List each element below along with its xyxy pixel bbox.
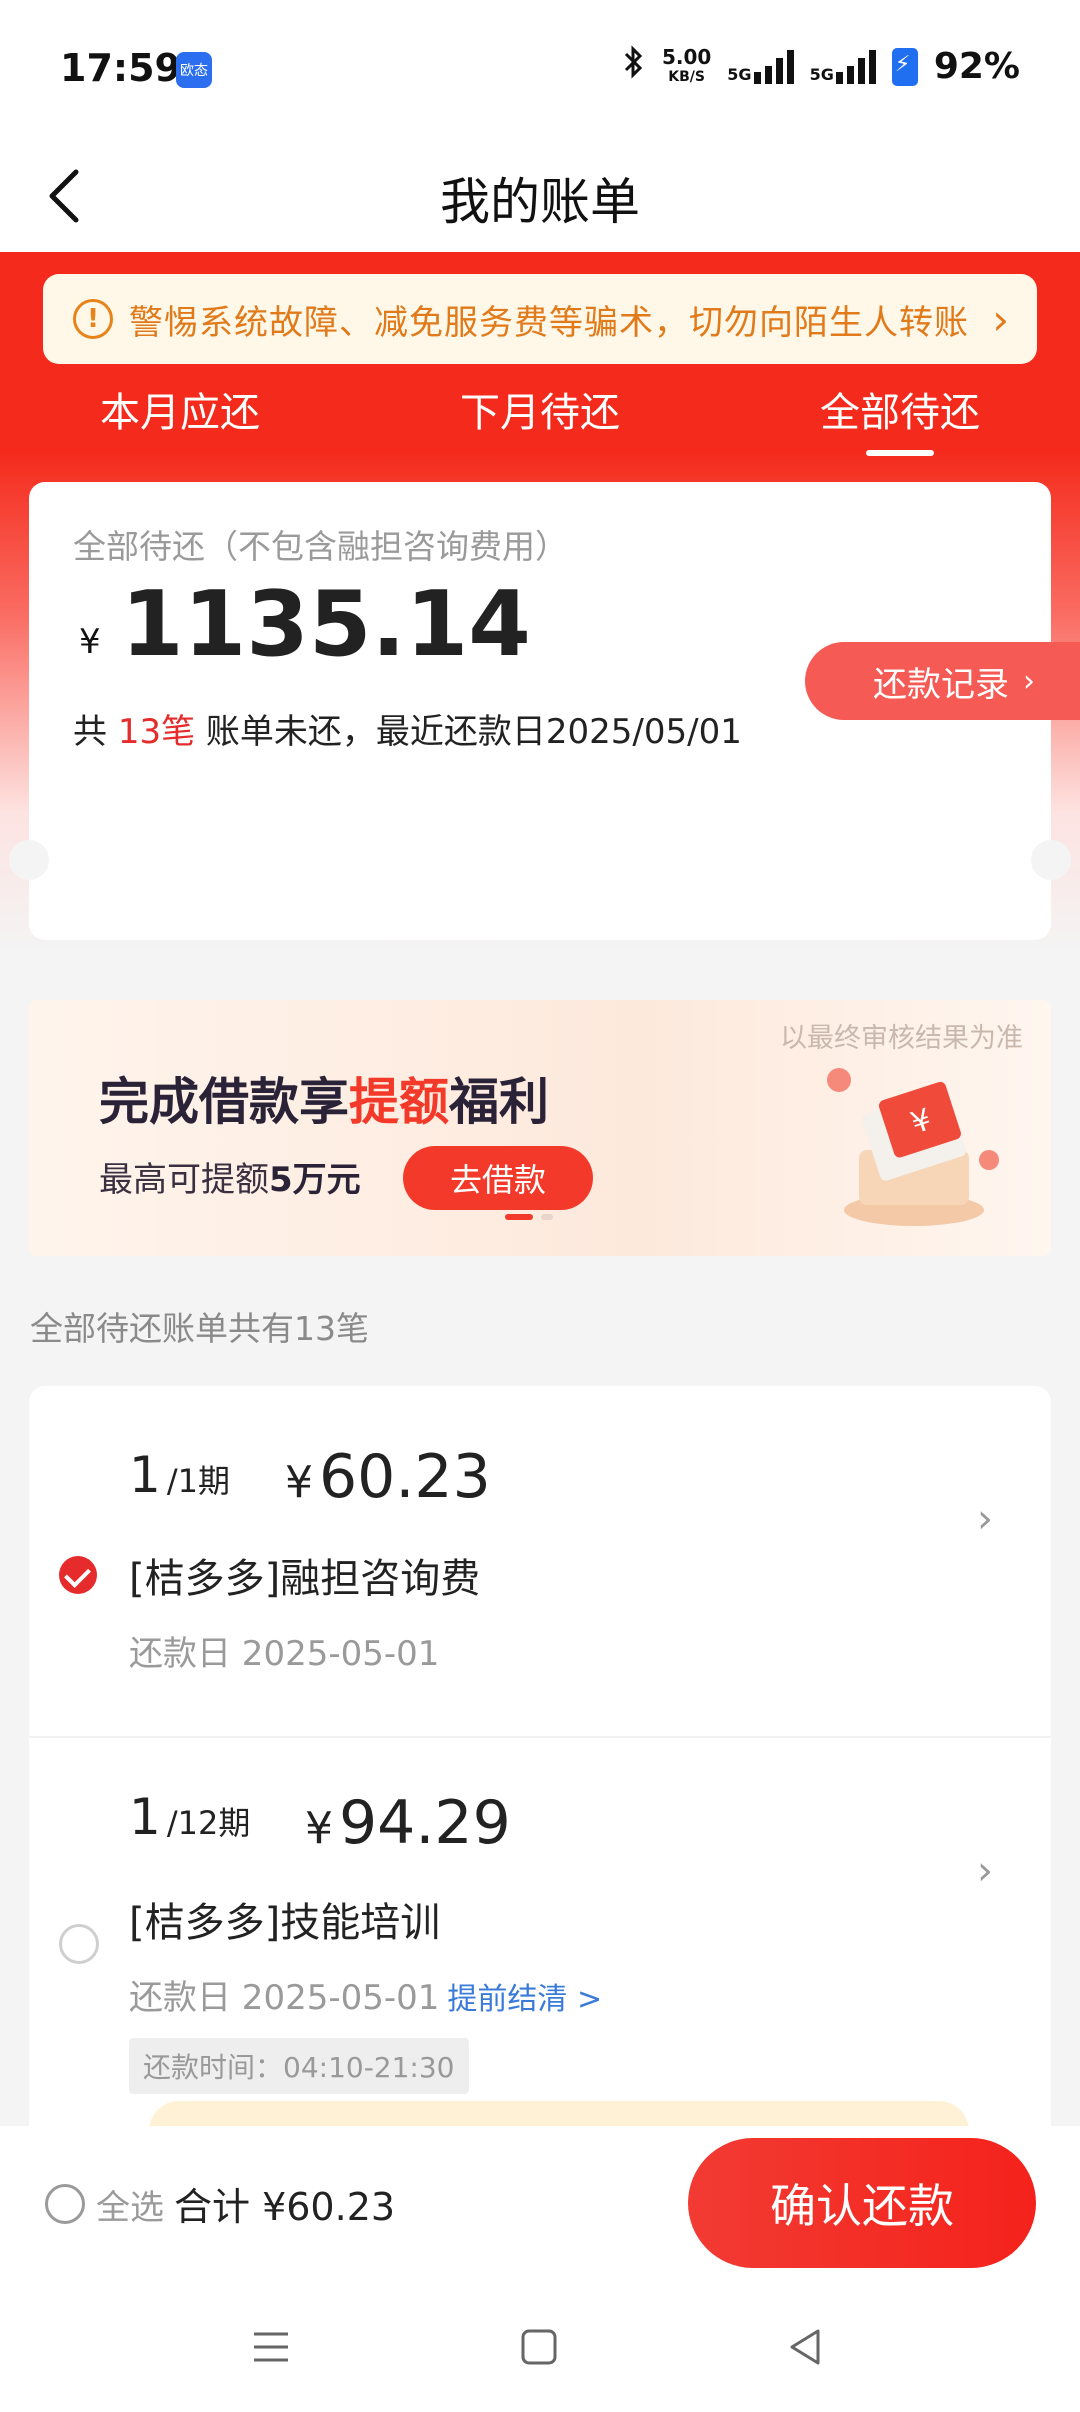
bill-amount: ¥60.23 — [285, 1442, 491, 1512]
tab-next-month[interactable]: 下月待还 — [460, 380, 620, 438]
promo-banner[interactable]: 以最终审核结果为准 完成借款享提额福利 最高可提额5万元 去借款 ¥ — [29, 1000, 1051, 1256]
bill-item[interactable]: 1/1期 ¥60.23 [桔多多]融担咨询费 还款日 2025-05-01 › — [29, 1386, 1051, 1738]
bill-name: [桔多多]融担咨询费 — [129, 1556, 481, 1602]
summary-label: 全部待还（不包含融担咨询费用） — [73, 527, 568, 566]
page-title: 我的账单 — [440, 173, 640, 231]
home-icon[interactable] — [518, 2326, 560, 2372]
notice-text: 警惕系统故障、减免服务费等骗术，切勿向陌生人转账 — [129, 302, 969, 343]
bottom-action-bar: 全选 合计 ¥60.23 确认还款 — [0, 2126, 1080, 2286]
bill-count: 13笔 — [117, 712, 196, 752]
summary-note: 共 13笔 账单未还，最近还款日2025/05/01 — [73, 712, 742, 752]
bill-list: 1/1期 ¥60.23 [桔多多]融担咨询费 还款日 2025-05-01 › … — [29, 1386, 1051, 2146]
bill-due-date: 还款日 2025-05-01 提前结清 > — [129, 1978, 603, 2018]
selected-total: 合计 ¥60.23 — [174, 2185, 396, 2229]
bill-amount: ¥94.29 — [305, 1788, 511, 1858]
system-nav-bar — [0, 2286, 1080, 2412]
signal-icon-2: 5G — [810, 49, 876, 84]
chevron-right-icon: › — [977, 1848, 993, 1894]
go-borrow-button[interactable]: 去借款 — [403, 1146, 593, 1210]
active-tab-indicator — [866, 450, 934, 456]
bill-due-date: 还款日 2025-05-01 — [129, 1634, 440, 1674]
repay-time-chip: 还款时间：04:10-21:30 — [129, 2038, 469, 2094]
bill-name: [桔多多]技能培训 — [129, 1900, 441, 1946]
card-notch-right — [1031, 840, 1071, 880]
checkbox-unchecked[interactable] — [59, 1924, 99, 1964]
battery-icon — [891, 47, 918, 86]
chevron-right-icon: › — [1023, 663, 1035, 699]
warning-icon: ! — [73, 299, 113, 339]
fraud-notice[interactable]: ! 警惕系统故障、减免服务费等骗术，切勿向陌生人转账 › — [43, 274, 1037, 364]
card-notch-left — [9, 840, 49, 880]
back-nav-icon[interactable] — [784, 2326, 826, 2372]
carousel-dots — [505, 1214, 553, 1220]
status-time: 17:59 — [60, 46, 181, 90]
bill-item[interactable]: 1/12期 ¥94.29 [桔多多]技能培训 还款日 2025-05-01 提前结… — [29, 1738, 1051, 2146]
chevron-right-icon: › — [992, 294, 1009, 344]
net-speed: 5.00 KB/S — [661, 44, 712, 85]
bill-period: 1/12期 — [129, 1788, 251, 1846]
checkbox-checked[interactable] — [59, 1556, 97, 1594]
bill-list-caption: 全部待还账单共有13笔 — [30, 1309, 369, 1348]
tab-this-month[interactable]: 本月应还 — [100, 380, 260, 438]
select-all-checkbox[interactable] — [45, 2184, 85, 2224]
status-indicators: 5.00 KB/S 5G 5G 92% — [622, 44, 1020, 89]
banner-title: 完成借款享提额福利 — [99, 1073, 549, 1131]
bill-period: 1/1期 — [129, 1446, 230, 1504]
early-settle-link[interactable]: 提前结清 > — [447, 1982, 602, 2017]
chevron-right-icon: › — [977, 1496, 993, 1542]
app-notification-icon: 欧态 — [176, 52, 212, 88]
bill-tabs: 本月应还 下月待还 全部待还 — [0, 366, 1080, 456]
total-pending-amount: 1135.14 — [121, 572, 531, 677]
repayment-records-button[interactable]: 还款记录 › — [805, 642, 1080, 720]
confirm-repay-button[interactable]: 确认还款 — [688, 2138, 1036, 2268]
nav-bar: 我的账单 — [0, 140, 1080, 252]
select-all-label[interactable]: 全选 — [96, 2180, 164, 2229]
money-gift-icon: ¥ — [799, 1040, 1029, 1240]
battery-percent: 92% — [933, 46, 1020, 87]
banner-subtitle: 最高可提额5万元 — [99, 1160, 361, 1200]
status-bar: 17:59 欧态 5.00 KB/S 5G 5G 92% — [0, 0, 1080, 140]
bluetooth-icon — [622, 44, 646, 89]
tab-all-pending[interactable]: 全部待还 — [820, 380, 980, 438]
menu-icon[interactable] — [250, 2326, 292, 2372]
signal-icon-1: 5G — [727, 49, 794, 84]
currency-symbol: ¥ — [79, 622, 101, 662]
